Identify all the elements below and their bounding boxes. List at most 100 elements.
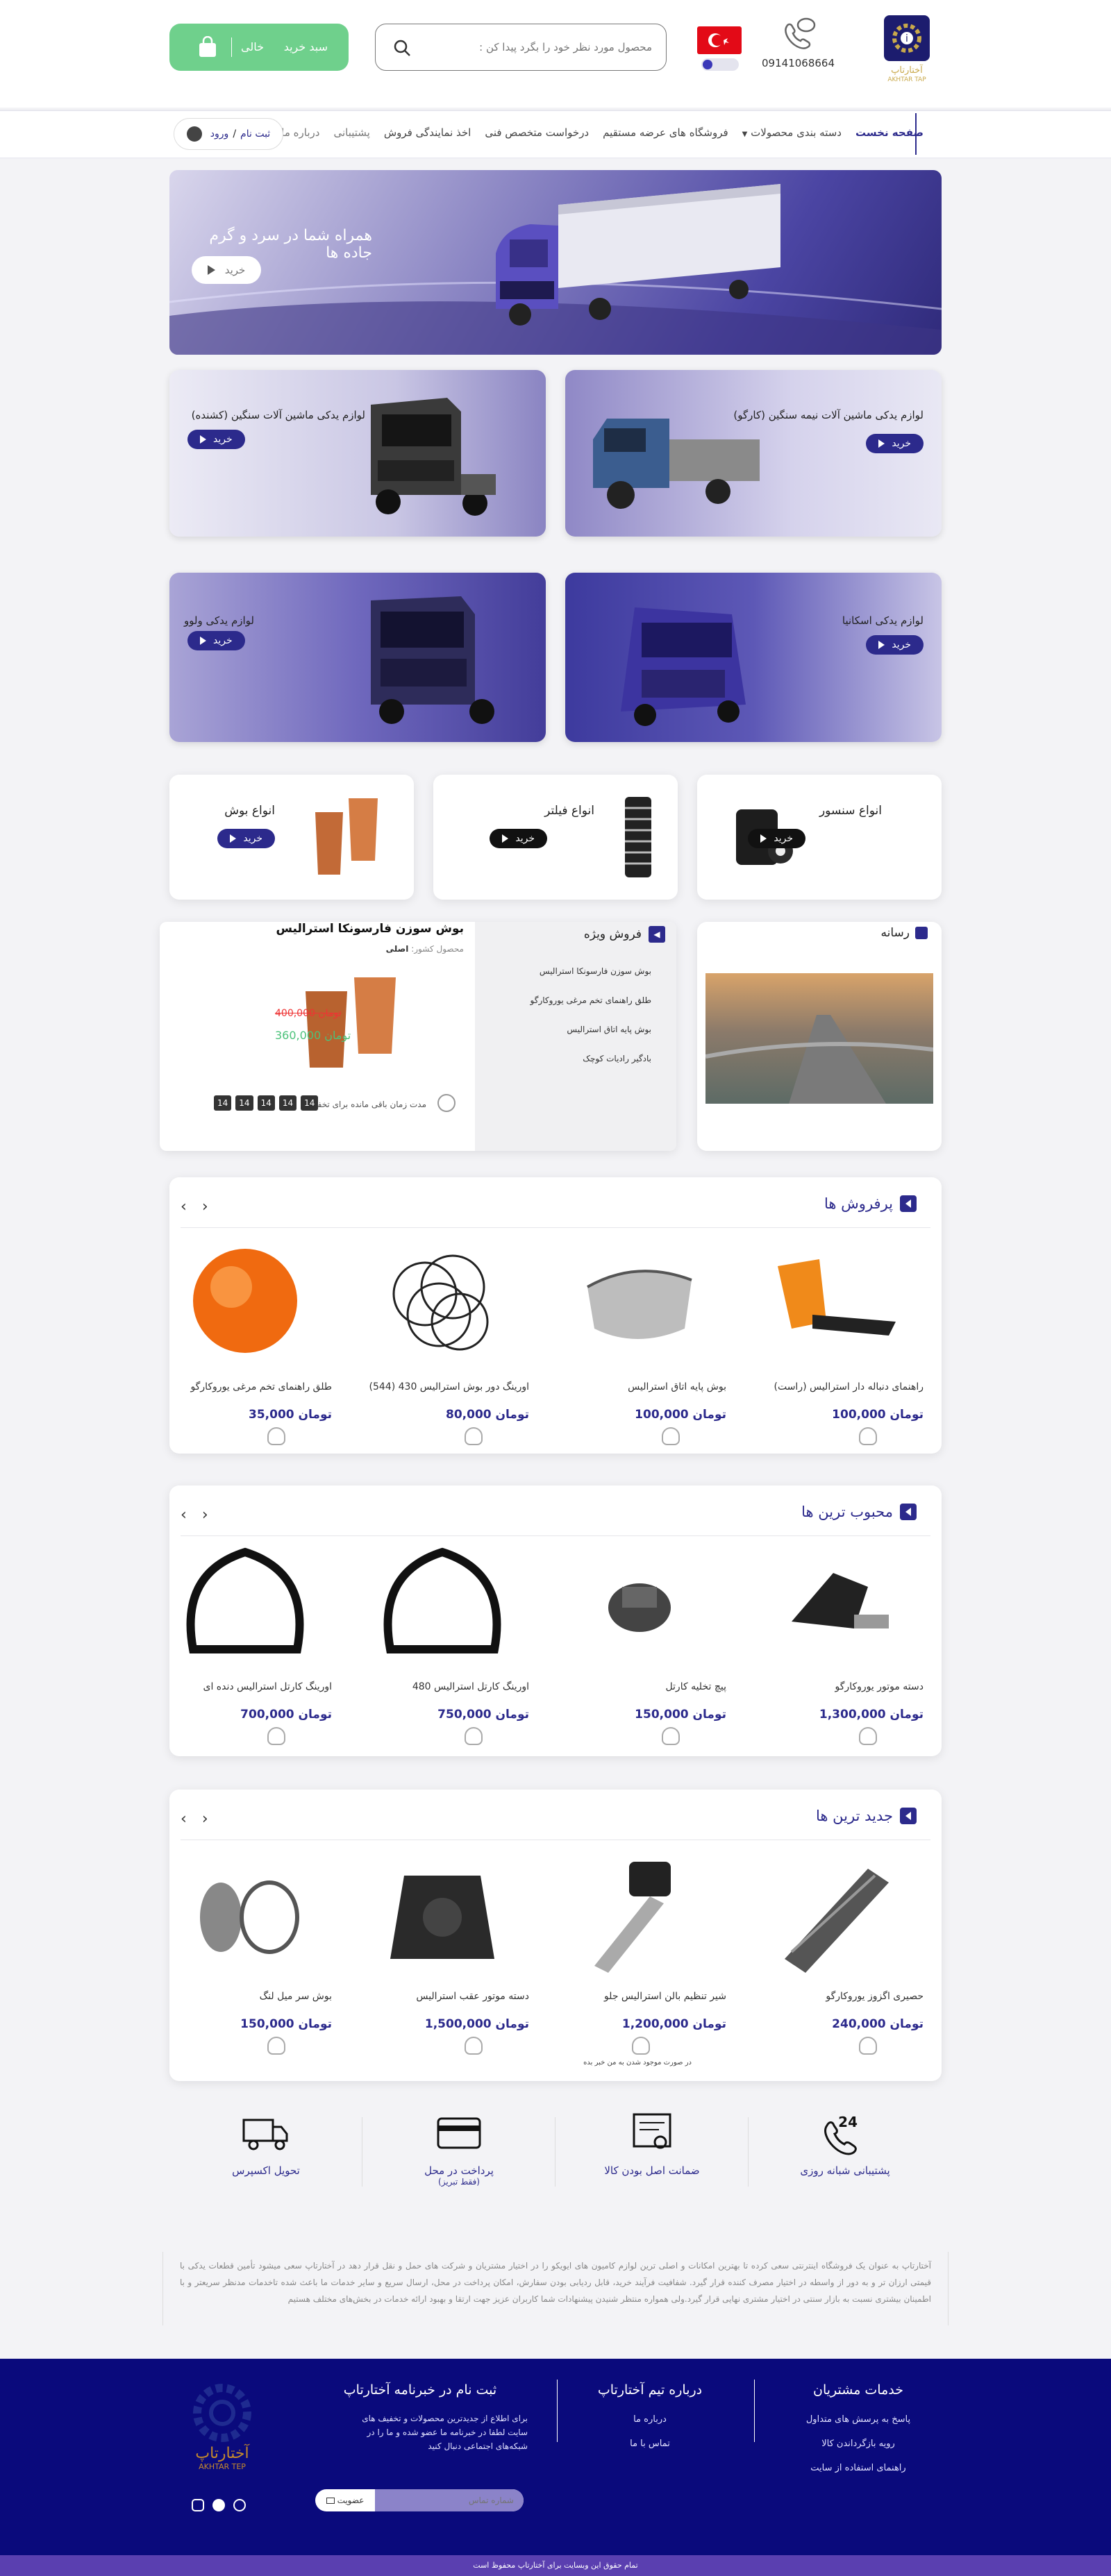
notify-bell-icon[interactable] <box>859 1727 878 1745</box>
media-video-thumbnail[interactable] <box>705 973 933 1104</box>
language-flag[interactable] <box>697 26 742 54</box>
nav-home[interactable]: صفحه نخست <box>855 126 924 139</box>
category-card-filter[interactable]: انواع فیلتر خرید <box>433 775 678 900</box>
product-card[interactable]: دسته موتور عقب استرالیس تومان 1,500,000 <box>349 1851 536 2055</box>
product-card[interactable]: شیر تنظیم بالن استرالیس جلو تومان 1,200,… <box>546 1851 733 2066</box>
category-buy-sensor[interactable]: خرید <box>748 829 805 848</box>
newsletter-submit-button[interactable]: عضویت <box>315 2489 375 2511</box>
footer-link[interactable]: رویه بازگرداندن کالا <box>775 2439 942 2449</box>
product-card[interactable]: پیچ تخلیه کارتل تومان 150,000 <box>546 1541 733 1745</box>
hero-banner[interactable]: همراه شما در سرد و گرم جاده ها خرید <box>169 170 942 355</box>
search-input[interactable] <box>430 37 652 58</box>
arrow-right-icon[interactable]: › <box>181 1198 187 1215</box>
category-buy-bushing[interactable]: خرید <box>217 829 275 848</box>
logo-text: آختارتاپ <box>891 65 923 76</box>
arrow-right-icon[interactable]: › <box>181 1810 187 1828</box>
arrow-left-icon[interactable]: ‹ <box>202 1506 208 1524</box>
nav-about[interactable]: درباره ما <box>281 126 319 139</box>
arrow-left-icon[interactable]: ‹ <box>202 1198 208 1215</box>
product-card[interactable]: بوش پایه اتاق استرالیس تومان 100,000 <box>546 1241 733 1445</box>
special-sale-item[interactable]: بادگیر رادیات کوچک <box>583 1054 651 1063</box>
promo-banner-cargo[interactable]: لوازم یدکی ماشین آلات نیمه سنگین (کارگو)… <box>565 370 942 537</box>
product-card[interactable]: راهنمای دنباله دار استرالیس (راست) تومان… <box>743 1241 930 1445</box>
arrow-left-icon[interactable]: ‹ <box>202 1810 208 1828</box>
nav-support[interactable]: پشتیبانی <box>333 126 369 139</box>
language-toggle[interactable] <box>701 58 739 71</box>
product-currency: تومان <box>692 1408 726 1422</box>
phone-block[interactable]: 09141068664 <box>762 17 835 72</box>
register-link[interactable]: ثبت نام <box>240 128 270 140</box>
promo-buy-scania[interactable]: خرید <box>866 635 924 655</box>
product-card[interactable]: اورینگ کارتل استرالیس دنده ای تومان 700,… <box>151 1541 339 1745</box>
special-product-name[interactable]: بوش سوزن فارسونکا استرالیس <box>276 922 465 936</box>
special-sale-item[interactable]: بوش سوزن فارسونکا استرالیس <box>540 966 651 976</box>
nav-direct-stores[interactable]: فروشگاه های عرضه مستقیم <box>603 126 728 139</box>
product-price-value: 700,000 <box>240 1708 294 1721</box>
feature-support: 24 پشتیبانی شبانه روزی <box>749 2110 942 2177</box>
promo-buy-cargo[interactable]: خرید <box>866 434 924 453</box>
special-sale-card: ◀ فروش ویژه بوش سوزن فارسونکا استرالیس ط… <box>160 922 676 1151</box>
section-title-text: جدید ترین ها <box>816 1808 893 1824</box>
notify-bell-icon[interactable] <box>465 1427 483 1445</box>
instagram-icon[interactable] <box>192 2499 204 2511</box>
nav-dealership[interactable]: اخذ نمایندگی فروش <box>384 126 471 139</box>
search-icon[interactable] <box>392 38 412 58</box>
notify-bell-icon[interactable] <box>465 2037 483 2055</box>
login-link[interactable]: ورود <box>210 128 229 140</box>
site-logo[interactable]: i آختارتاپ AKHTAR TAP <box>880 14 933 89</box>
footer-link[interactable]: راهنمای استفاده از سایت <box>775 2463 942 2473</box>
product-card[interactable]: بوش سر میل لنگ تومان 150,000 <box>151 1851 339 2055</box>
product-name: اورینگ کارتل استرالیس دنده ای <box>203 1681 332 1692</box>
notify-bell-icon[interactable] <box>267 2037 286 2055</box>
login-register-button[interactable]: ثبت نام / ورود <box>174 118 283 150</box>
product-name: بوش پایه اتاق استرالیس <box>628 1381 726 1392</box>
card-icon <box>437 2117 481 2149</box>
product-card[interactable]: طلق راهنمای تخم مرغی یوروکارگو تومان 35,… <box>151 1241 339 1445</box>
product-image <box>392 1254 489 1351</box>
chevron-left-square-icon <box>900 1504 917 1520</box>
promo-banner-heavy[interactable]: لوازم یدکی ماشین آلات سنگین (کشنده) خرید <box>169 370 546 537</box>
special-sale-item[interactable]: بوش پایه اتاق استرالیس <box>567 1025 651 1034</box>
volvo-truck-image <box>371 596 494 724</box>
special-sale-item[interactable]: طلق راهنمای تخم مرغی یوروکارگو <box>531 995 651 1005</box>
promo-banner-scania[interactable]: لوازم یدکی اسکانیا خرید <box>565 573 942 742</box>
notify-bell-icon[interactable] <box>267 1727 286 1745</box>
product-price-value: 100,000 <box>635 1408 689 1422</box>
product-card[interactable]: حصیری اگزوز یوروکارگو تومان 240,000 <box>743 1851 930 2055</box>
arrow-right-icon[interactable]: › <box>181 1506 187 1524</box>
footer-link[interactable]: درباره ما <box>567 2414 733 2425</box>
notify-bell-icon[interactable] <box>859 2037 878 2055</box>
footer-link[interactable]: تماس با ما <box>567 2439 733 2449</box>
product-card[interactable]: اورینگ کارتل استرالیس 480 تومان 750,000 <box>349 1541 536 1745</box>
promo-banner-volvo[interactable]: لوازم یدکی ولوو خرید <box>169 573 546 742</box>
notify-bell-icon[interactable] <box>859 1427 878 1445</box>
category-card-sensor[interactable]: انواع سنسور خرید <box>697 775 942 900</box>
newsletter-phone-input[interactable] <box>375 2489 524 2511</box>
whatsapp-icon[interactable] <box>233 2499 246 2511</box>
play-icon <box>502 834 509 843</box>
notify-bell-icon[interactable] <box>465 1727 483 1745</box>
category-buy-filter[interactable]: خرید <box>490 829 547 848</box>
telegram-icon[interactable] <box>212 2499 225 2511</box>
notify-bell-icon[interactable] <box>267 1427 286 1445</box>
footer-link[interactable]: پاسخ به پرسش های متداول <box>775 2414 942 2425</box>
product-card[interactable]: اورینگ دور بوش استرالیس 430 (544) تومان … <box>349 1241 536 1445</box>
promo-buy-heavy[interactable]: خرید <box>187 430 245 449</box>
cart-button[interactable]: سبد خرید خالی <box>169 24 349 71</box>
notify-bell-icon[interactable] <box>662 1727 680 1745</box>
product-price-value: 750,000 <box>437 1708 492 1721</box>
product-card[interactable]: دسته موتور یوروکارگو تومان 1,300,000 <box>743 1541 930 1745</box>
nav-categories[interactable]: دسته بندی محصولات ▼ <box>742 126 842 139</box>
nav-technician-request[interactable]: درخواست متخصص فنی <box>485 126 589 139</box>
promo-buy-volvo[interactable]: خرید <box>187 631 245 650</box>
product-price-value: 1,500,000 <box>424 2017 492 2031</box>
product-price-value: 35,000 <box>249 1408 294 1422</box>
notify-bell-icon[interactable] <box>662 1427 680 1445</box>
product-name: حصیری اگزوز یوروکارگو <box>826 1991 924 2002</box>
hero-buy-button[interactable]: خرید <box>192 256 261 284</box>
product-price: تومان 1,300,000 <box>750 1708 924 1721</box>
media-title: رسانه <box>881 926 928 940</box>
notify-bell-icon[interactable] <box>632 2037 651 2055</box>
footer-logo[interactable]: آختارتاپ AKHTAR TEP <box>178 2378 267 2482</box>
category-card-bushing[interactable]: انواع بوش خرید <box>169 775 414 900</box>
